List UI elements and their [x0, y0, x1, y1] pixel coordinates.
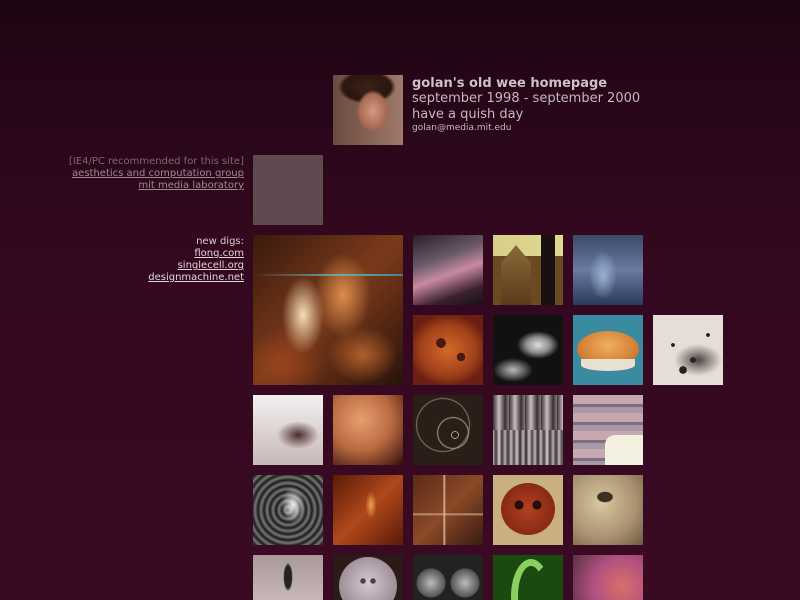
thumb-gray-spheres[interactable]	[413, 555, 483, 600]
thumb-shirt-button[interactable]	[333, 555, 403, 600]
page: golan's old wee homepage september 1998 …	[0, 0, 800, 600]
new-digs-block: new digs: flong.com singlecell.org desig…	[148, 236, 244, 284]
info-block: [IE4/PC recommended for this site] aesth…	[69, 156, 244, 192]
browser-note: [IE4/PC recommended for this site]	[68, 156, 244, 167]
thumb-wood-scratch[interactable]	[413, 475, 483, 545]
thumb-drawing-hand[interactable]	[573, 395, 643, 465]
thumb-dark-tube[interactable]	[493, 315, 563, 385]
header: golan's old wee homepage september 1998 …	[412, 76, 640, 134]
thumb-orange-face[interactable]	[413, 315, 483, 385]
designmachine-link[interactable]: designmachine.net	[148, 272, 244, 284]
thumb-drop-shape[interactable]	[253, 555, 323, 600]
thumb-pink-swirl[interactable]	[573, 555, 643, 600]
media-lab-link[interactable]: mit media laboratory	[69, 180, 244, 192]
thumb-pie[interactable]	[573, 315, 643, 385]
thumb-web-texture[interactable]	[253, 475, 323, 545]
thumb-cathedral[interactable]	[493, 235, 563, 305]
thumb-green-hook[interactable]	[493, 555, 563, 600]
thumb-skin-texture[interactable]	[333, 395, 403, 465]
portrait-thumbnail[interactable]	[333, 75, 403, 145]
tagline: have a quish day	[412, 107, 524, 122]
flong-link[interactable]: flong.com	[148, 248, 244, 260]
singlecell-link[interactable]: singlecell.org	[148, 260, 244, 272]
thumb-blue-plant[interactable]	[573, 235, 643, 305]
email-address: golan@media.mit.edu	[412, 123, 512, 133]
thumb-pink-streak[interactable]	[413, 235, 483, 305]
thumb-cookie-face[interactable]	[493, 475, 563, 545]
thumb-swirl-lines[interactable]	[413, 395, 483, 465]
new-digs-label: new digs:	[196, 236, 244, 247]
thumb-rust-texture[interactable]	[333, 475, 403, 545]
acg-link[interactable]: aesthetics and computation group	[69, 168, 244, 180]
thumb-fire-tendrils[interactable]	[253, 235, 403, 385]
thumb-vertical-stripes[interactable]	[493, 395, 563, 465]
site-title: golan's old wee homepage	[412, 76, 608, 91]
thumb-cracked-surface[interactable]	[253, 395, 323, 465]
placeholder-tile	[253, 155, 323, 225]
thumb-disc[interactable]	[573, 475, 643, 545]
thumb-ink-splatter[interactable]	[653, 315, 723, 385]
date-range: september 1998 - september 2000	[412, 91, 641, 106]
